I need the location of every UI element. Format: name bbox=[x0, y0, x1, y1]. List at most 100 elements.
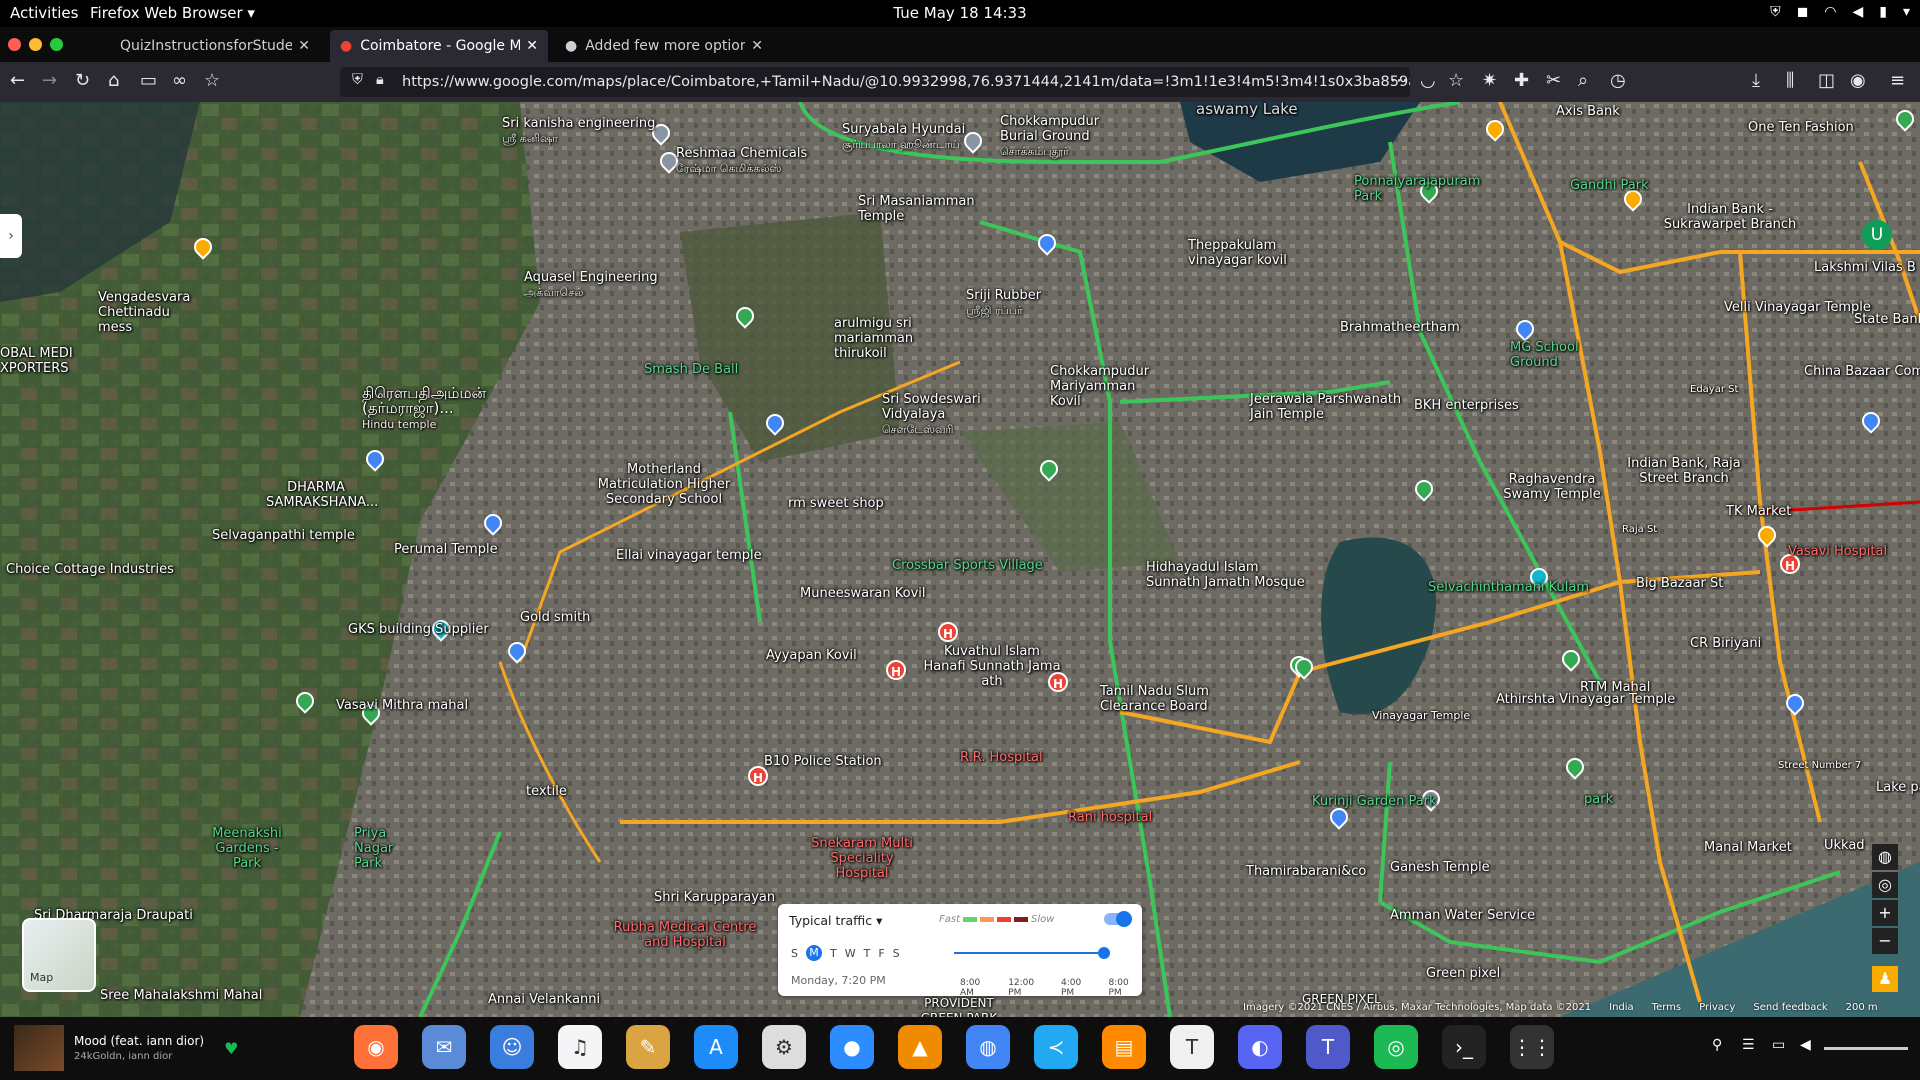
maximize-window-icon[interactable] bbox=[50, 38, 63, 51]
bookmark-star-icon[interactable]: ☆ bbox=[204, 70, 220, 91]
day-button[interactable]: S bbox=[893, 947, 900, 961]
map-label[interactable]: Priya Nagar Park bbox=[354, 826, 414, 871]
map-label[interactable]: Gold smith bbox=[520, 610, 590, 625]
map-label[interactable]: Aquasel Engineering அக்வாசெல் bbox=[524, 270, 658, 300]
shield-icon[interactable]: ⛨ bbox=[1770, 4, 1781, 20]
url-text[interactable]: https://www.google.com/maps/place/Coimba… bbox=[402, 74, 1410, 90]
map-label[interactable]: Ganesh Temple bbox=[1390, 860, 1490, 875]
map-label[interactable]: Annai Velankanni bbox=[488, 992, 600, 1007]
teams-app-icon[interactable]: T bbox=[1306, 1025, 1350, 1069]
books-app-icon[interactable]: ▤ bbox=[1102, 1025, 1146, 1069]
volume-icon[interactable]: ◀ bbox=[1852, 4, 1863, 20]
home-icon[interactable]: ⌂ bbox=[108, 70, 119, 91]
terminal-app-icon[interactable]: ›_ bbox=[1442, 1025, 1486, 1069]
account-avatar[interactable]: U bbox=[1862, 220, 1892, 250]
map-label[interactable]: Green pixel bbox=[1426, 966, 1500, 981]
pocket-icon[interactable]: ◡ bbox=[1420, 70, 1436, 91]
search-icon[interactable]: ⌕ bbox=[1578, 70, 1588, 91]
map-label[interactable]: Athirshta Vinayagar Temple bbox=[1496, 692, 1675, 707]
microphone-icon[interactable]: ⚲ bbox=[1712, 1037, 1722, 1053]
settings-app-icon[interactable]: ⚙ bbox=[762, 1025, 806, 1069]
account-icon[interactable]: ◉ bbox=[1850, 70, 1866, 91]
map-label[interactable]: Chokkampudur Mariyamman Kovil bbox=[1050, 364, 1170, 409]
map-label[interactable]: Lake pa bbox=[1876, 780, 1920, 795]
map-label[interactable]: Ellai vinayagar temple bbox=[616, 548, 762, 563]
time-slider-handle[interactable] bbox=[1098, 947, 1110, 959]
firefox-app-icon[interactable]: ◉ bbox=[354, 1025, 398, 1069]
map-label[interactable]: Shri Karupparayan bbox=[654, 890, 775, 905]
spotify-app-icon[interactable]: ◎ bbox=[1374, 1025, 1418, 1069]
more-actions-icon[interactable]: ⋯ bbox=[1390, 70, 1408, 91]
map-label[interactable]: Meenakshi Gardens - Park bbox=[202, 826, 292, 871]
expand-side-panel-button[interactable]: › bbox=[0, 214, 22, 258]
close-window-icon[interactable] bbox=[8, 38, 21, 51]
map-label[interactable]: Crossbar Sports Village bbox=[892, 558, 1043, 573]
traffic-toggle[interactable] bbox=[1104, 911, 1132, 927]
zoom-app-icon[interactable]: ● bbox=[830, 1025, 874, 1069]
music-app-icon[interactable]: ♫ bbox=[558, 1025, 602, 1069]
pegman-icon[interactable]: ♟ bbox=[1872, 966, 1898, 992]
map-label[interactable]: Raghavendra Swamy Temple bbox=[1492, 472, 1612, 502]
star-icon[interactable]: ☆ bbox=[1448, 70, 1464, 91]
minimize-window-icon[interactable] bbox=[29, 38, 42, 51]
hamburger-menu-icon[interactable]: ≡ bbox=[1890, 70, 1905, 91]
close-tab-icon[interactable]: ✕ bbox=[751, 38, 763, 54]
day-button[interactable]: T bbox=[830, 947, 837, 961]
satellite-map[interactable]: H H H H H Sri kanisha engineering ஸ்ரீ கன… bbox=[0, 102, 1920, 1017]
zoom-in-button[interactable]: + bbox=[1872, 900, 1898, 926]
day-button[interactable]: F bbox=[878, 947, 884, 961]
day-button[interactable]: S bbox=[791, 947, 798, 961]
map-label[interactable]: Selvachinthamani Kulam bbox=[1428, 580, 1589, 595]
map-label[interactable]: Ponnaiyarajapuram Park bbox=[1354, 174, 1484, 204]
day-button[interactable]: W bbox=[845, 947, 856, 961]
globe-icon[interactable]: ◍ bbox=[1872, 844, 1898, 870]
hospital-icon[interactable]: H bbox=[886, 660, 906, 680]
map-label[interactable]: Sri kanisha engineering ஸ்ரீ கனிஷா bbox=[502, 116, 655, 146]
chrome-app-icon[interactable]: ◍ bbox=[966, 1025, 1010, 1069]
forward-icon[interactable]: → bbox=[42, 70, 57, 91]
map-label[interactable]: arulmigu sri mariamman thirukoil bbox=[834, 316, 960, 361]
app-menu[interactable]: Firefox Web Browser ▾ bbox=[90, 4, 255, 22]
typora-app-icon[interactable]: T bbox=[1170, 1025, 1214, 1069]
app-store-app-icon[interactable]: A bbox=[694, 1025, 738, 1069]
chat-icon[interactable]: ◼ bbox=[1797, 4, 1809, 20]
map-label[interactable]: Manal Market bbox=[1704, 840, 1792, 855]
tab-google-maps[interactable]: ● Coimbatore - Google Ma ✕ bbox=[330, 30, 548, 62]
map-label[interactable]: TK Market bbox=[1726, 504, 1791, 519]
shield-icon[interactable]: ⛨ bbox=[352, 72, 363, 88]
layer-switcher[interactable]: Map bbox=[22, 918, 96, 992]
map-label[interactable]: Jeerawala Parshwanath Jain Temple bbox=[1250, 392, 1410, 422]
screenshot-icon[interactable]: ✂ bbox=[1546, 70, 1561, 91]
map-label[interactable]: Lakshmi Vilas B bbox=[1814, 260, 1916, 275]
map-label[interactable]: R.R. Hospital bbox=[960, 750, 1043, 765]
glasses-icon[interactable]: ∞ bbox=[172, 70, 187, 91]
map-label[interactable]: One Ten Fashion bbox=[1748, 120, 1854, 135]
map-label[interactable]: Rani hospital bbox=[1068, 810, 1152, 825]
map-label[interactable]: Brahmatheertham bbox=[1340, 320, 1460, 335]
map-label[interactable]: Amman Water Service bbox=[1390, 908, 1535, 923]
map-label[interactable]: Chokkampudur Burial Ground சொக்கம்புதூர் bbox=[1000, 114, 1130, 159]
tab-quiz-instructions[interactable]: QuizInstructionsforStudent ✕ bbox=[102, 30, 320, 62]
back-icon[interactable]: ← bbox=[10, 70, 25, 91]
volume-slider[interactable] bbox=[1824, 1047, 1908, 1050]
map-label[interactable]: DHARMA SAMRAKSHANA... bbox=[266, 480, 378, 510]
wifi-icon[interactable]: ◠ bbox=[1824, 4, 1836, 20]
map-label[interactable]: Vasavi Hospital bbox=[1788, 544, 1887, 559]
map-label[interactable]: Theppakulam vinayagar kovil bbox=[1188, 238, 1298, 268]
map-label[interactable]: Muneeswaran Kovil bbox=[800, 586, 926, 601]
map-label[interactable]: Thamirabarani&co bbox=[1246, 864, 1366, 879]
map-label[interactable]: China Bazaar Com bbox=[1804, 364, 1920, 379]
power-menu-icon[interactable]: ▾ bbox=[1903, 4, 1910, 20]
vlc-app-icon[interactable]: ▲ bbox=[898, 1025, 942, 1069]
my-location-icon[interactable]: ◎ bbox=[1872, 872, 1898, 898]
map-label[interactable]: Suryabala Hyundai சூர்யபாலா ஹூண்டாய் bbox=[842, 122, 965, 152]
map-label[interactable]: Sri Masaniamman Temple bbox=[858, 194, 978, 224]
traffic-mode-dropdown[interactable]: Typical traffic ▾ bbox=[789, 913, 882, 928]
map-label[interactable]: Big Bazaar St bbox=[1636, 576, 1723, 591]
now-playing[interactable]: Mood (feat. iann dior) 24kGoldn, iann di… bbox=[14, 1025, 238, 1071]
reload-icon[interactable]: ↻ bbox=[75, 70, 90, 91]
map-label[interactable]: Velli Vinayagar Temple bbox=[1724, 300, 1871, 315]
map-label[interactable]: Ayyapan Kovil bbox=[766, 648, 857, 663]
scale-bar[interactable]: 200 m bbox=[1846, 1002, 1878, 1013]
library-icon[interactable]: ⫼ bbox=[1786, 70, 1794, 91]
